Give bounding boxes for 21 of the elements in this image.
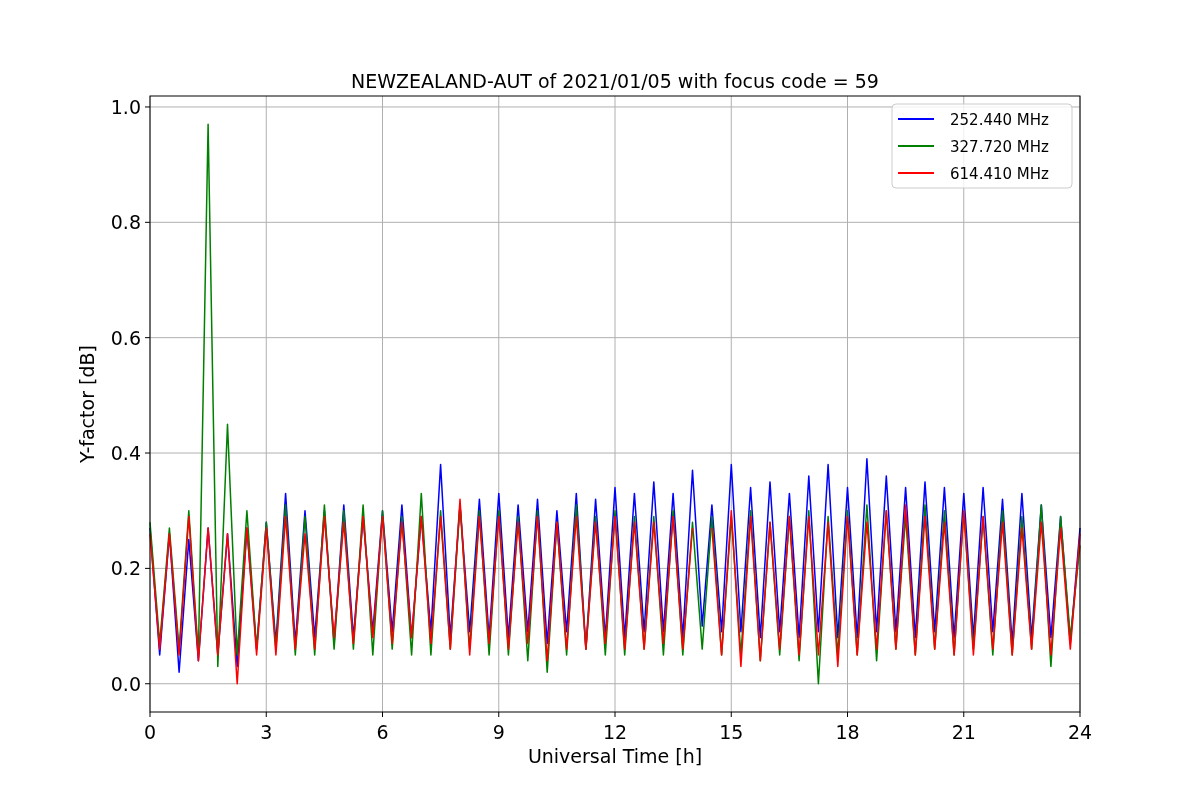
tick-label: 9 — [492, 721, 505, 743]
y-axis-label: Y-factor [dB] — [76, 345, 98, 463]
tick-label: 0 — [143, 721, 157, 743]
x-axis-label: Universal Time [h] — [527, 745, 703, 767]
legend-label: 252.440 MHz — [950, 111, 1049, 129]
tick-label: 0.6 — [110, 326, 141, 349]
legend-label: 614.410 MHz — [950, 165, 1049, 183]
tick-label: 15 — [719, 721, 744, 743]
tick-label: 0.4 — [110, 442, 141, 465]
tick-label: 12 — [602, 721, 628, 743]
legend-label: 327.720 MHz — [950, 138, 1049, 156]
tick-label: 0.8 — [110, 211, 141, 234]
tick-label: 0.0 — [110, 672, 141, 695]
tick-label: 3 — [260, 721, 273, 743]
tick-label: 6 — [376, 721, 389, 743]
tick-label: 21 — [951, 721, 976, 743]
chart-title: NEWZEALAND-AUT of 2021/01/05 with focus code = 59 — [351, 70, 879, 92]
tick-label: 0.2 — [110, 557, 141, 580]
tick-label: 24 — [1067, 721, 1093, 743]
tick-label: 18 — [835, 721, 860, 743]
tick-label: 1.0 — [110, 95, 141, 118]
